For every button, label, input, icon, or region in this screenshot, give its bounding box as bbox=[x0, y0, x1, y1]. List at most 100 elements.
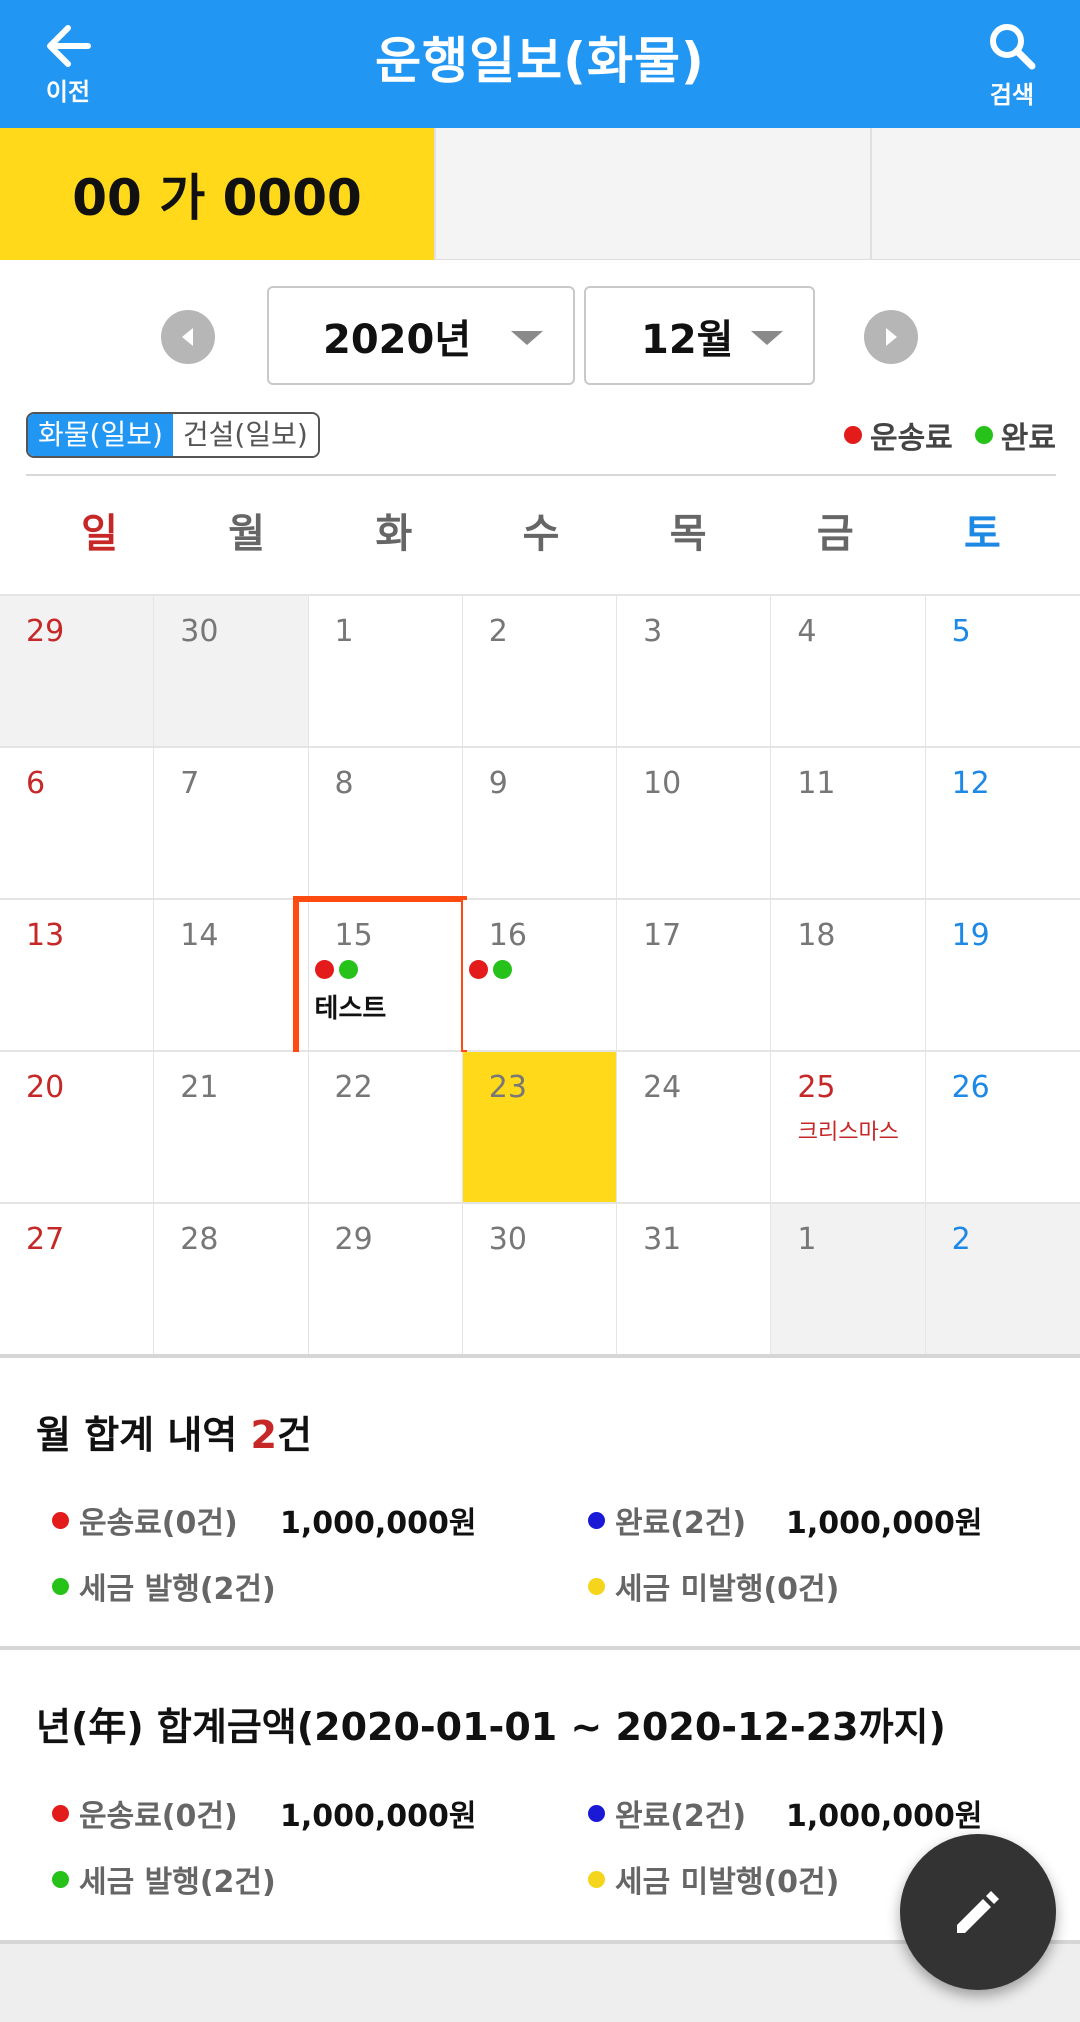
calendar-day-cell[interactable]: 30 bbox=[154, 596, 309, 746]
calendar-day-cell[interactable]: 30 bbox=[462, 1204, 618, 1354]
monthly-count: 2 bbox=[250, 1413, 277, 1457]
calendar-day-cell[interactable]: 23 bbox=[462, 1052, 618, 1202]
calendar-day-cell[interactable]: 18 bbox=[771, 900, 926, 1050]
status-dot-icon bbox=[52, 1511, 69, 1529]
calendar-day-cell[interactable]: 28 bbox=[154, 1204, 309, 1354]
summary-label: 운송료(0건) bbox=[79, 1799, 238, 1834]
search-icon bbox=[990, 23, 1036, 69]
day-number: 20 bbox=[26, 1070, 65, 1105]
day-number: 10 bbox=[643, 766, 682, 801]
calendar-day-cell[interactable]: 2 bbox=[925, 1204, 1080, 1354]
weekday-tue: 화 bbox=[375, 511, 413, 557]
calendar-day-cell[interactable]: 20 bbox=[0, 1052, 155, 1202]
triangle-left-icon bbox=[182, 328, 193, 346]
calendar-day-cell[interactable]: 31 bbox=[617, 1204, 772, 1354]
calendar-day-cell[interactable]: 26 bbox=[925, 1052, 1080, 1202]
calendar-day-cell[interactable]: 6 bbox=[0, 748, 155, 898]
calendar-day-cell[interactable]: 3 bbox=[617, 596, 772, 746]
calendar-day-cell[interactable]: 22 bbox=[308, 1052, 463, 1202]
legend-label: 운송료 bbox=[869, 421, 953, 456]
event-dot-icon bbox=[314, 960, 334, 979]
event-memo: 테스트 bbox=[314, 994, 387, 1024]
legend-item-done: 완료 bbox=[974, 413, 1056, 457]
tab-freight-report[interactable]: 화물(일보) bbox=[28, 414, 173, 456]
status-dot-icon bbox=[588, 1577, 605, 1595]
day-number: 2 bbox=[488, 614, 508, 649]
day-number: 8 bbox=[334, 766, 354, 801]
calendar-day-cell[interactable]: 11 bbox=[771, 748, 926, 898]
calendar-day-cell[interactable]: 17 bbox=[617, 900, 772, 1050]
divider bbox=[0, 1646, 1080, 1650]
day-number: 5 bbox=[951, 614, 971, 649]
year-dropdown[interactable]: 2020년 bbox=[267, 286, 575, 385]
next-month-button[interactable] bbox=[864, 310, 918, 364]
event-dots bbox=[314, 960, 363, 979]
day-number: 28 bbox=[180, 1222, 219, 1257]
edit-fab-button[interactable] bbox=[900, 1834, 1056, 1990]
prev-month-button[interactable] bbox=[161, 310, 215, 364]
calendar-day-cell[interactable]: 4 bbox=[771, 596, 926, 746]
calendar-day-cell[interactable]: 9 bbox=[462, 748, 618, 898]
summary-row: 완료(2건) 1,000,000원 bbox=[588, 1498, 1058, 1542]
day-number: 26 bbox=[951, 1070, 990, 1105]
calendar-day-cell[interactable]: 25 크리스마스 bbox=[771, 1052, 926, 1202]
summary-row: 완료(2건) 1,000,000원 bbox=[588, 1791, 1058, 1835]
status-dot-icon bbox=[588, 1870, 605, 1888]
calendar-day-cell[interactable]: 27 bbox=[0, 1204, 155, 1354]
month-selector: 2020년 12월 bbox=[0, 286, 1080, 386]
calendar-day-cell[interactable]: 2 bbox=[462, 596, 618, 746]
red-dot-icon bbox=[843, 426, 862, 444]
day-number: 18 bbox=[797, 918, 836, 953]
calendar-day-cell[interactable]: 10 bbox=[617, 748, 772, 898]
month-value: 12월 bbox=[641, 316, 734, 363]
app-header: 이전 운행일보(화물) 검색 bbox=[0, 0, 1080, 128]
vehicle-tab-1[interactable]: 00 가 0000 bbox=[0, 128, 436, 260]
summary-amount: 1,000,000원 bbox=[786, 1799, 983, 1834]
weekday-header: 일 월 화 수 목 금 토 bbox=[26, 474, 1056, 594]
calendar-day-cell[interactable]: 24 bbox=[617, 1052, 772, 1202]
calendar-day-cell[interactable]: 19 bbox=[925, 900, 1080, 1050]
calendar-day-cell[interactable]: 29 bbox=[308, 1204, 463, 1354]
day-number: 30 bbox=[488, 1222, 527, 1257]
status-dot-icon bbox=[588, 1804, 605, 1822]
search-button[interactable]: 검색 bbox=[952, 10, 1072, 120]
holiday-label: 크리스마스 bbox=[797, 1120, 899, 1145]
calendar-day-cell[interactable]: 21 bbox=[154, 1052, 309, 1202]
calendar-day-cell[interactable]: 15 테스트 bbox=[292, 896, 467, 1066]
calendar-day-cell[interactable]: 12 bbox=[925, 748, 1080, 898]
calendar-day-cell[interactable]: 5 bbox=[925, 596, 1080, 746]
day-number: 21 bbox=[180, 1070, 219, 1105]
day-number: 29 bbox=[26, 614, 65, 649]
vehicle-tab-3[interactable] bbox=[872, 128, 1080, 260]
summary-label: 운송료(0건) bbox=[79, 1506, 238, 1541]
calendar-day-cell[interactable]: 8 bbox=[308, 748, 463, 898]
chevron-down-icon bbox=[511, 331, 543, 345]
day-number: 29 bbox=[334, 1222, 373, 1257]
calendar-day-cell[interactable]: 1 bbox=[308, 596, 463, 746]
summary-amount: 1,000,000원 bbox=[786, 1506, 983, 1541]
calendar-day-cell[interactable]: 16 bbox=[462, 900, 618, 1050]
calendar-week-row: 20 21 22 23 24 25 크리스마스 26 bbox=[0, 1052, 1080, 1204]
legend: 운송료 완료 bbox=[822, 410, 1056, 460]
day-number: 16 bbox=[488, 918, 527, 953]
calendar-day-cell[interactable]: 13 bbox=[0, 900, 155, 1050]
month-dropdown[interactable]: 12월 bbox=[584, 286, 815, 385]
day-number: 1 bbox=[334, 614, 354, 649]
calendar-day-cell[interactable]: 14 bbox=[154, 900, 309, 1050]
chevron-down-icon bbox=[751, 331, 783, 345]
day-number: 23 bbox=[488, 1070, 527, 1105]
vehicle-tab-2[interactable] bbox=[436, 128, 872, 260]
summary-label: 세금 발행(2건) bbox=[79, 1572, 276, 1607]
event-dot-icon bbox=[338, 960, 358, 979]
yearly-summary-title: 년(年) 합계금액(2020-01-01 ~ 2020-12-23까지) bbox=[36, 1705, 946, 1749]
green-dot-icon bbox=[974, 426, 993, 444]
day-number: 15 bbox=[334, 918, 373, 953]
day-number: 6 bbox=[26, 766, 46, 801]
calendar-day-cell[interactable]: 29 bbox=[0, 596, 155, 746]
calendar-grid: 29 30 1 2 3 4 5 6 7 8 9 10 11 12 13 14 15 테스트 16 17 18 19 20 21… bbox=[0, 594, 1080, 1356]
tab-construction-report[interactable]: 건설(일보) bbox=[172, 414, 318, 456]
calendar-day-cell[interactable]: 7 bbox=[154, 748, 309, 898]
summary-row: 운송료(0건) 1,000,000원 bbox=[52, 1498, 572, 1542]
summary-label: 세금 미발행(0건) bbox=[615, 1865, 840, 1900]
calendar-day-cell[interactable]: 1 bbox=[771, 1204, 926, 1354]
